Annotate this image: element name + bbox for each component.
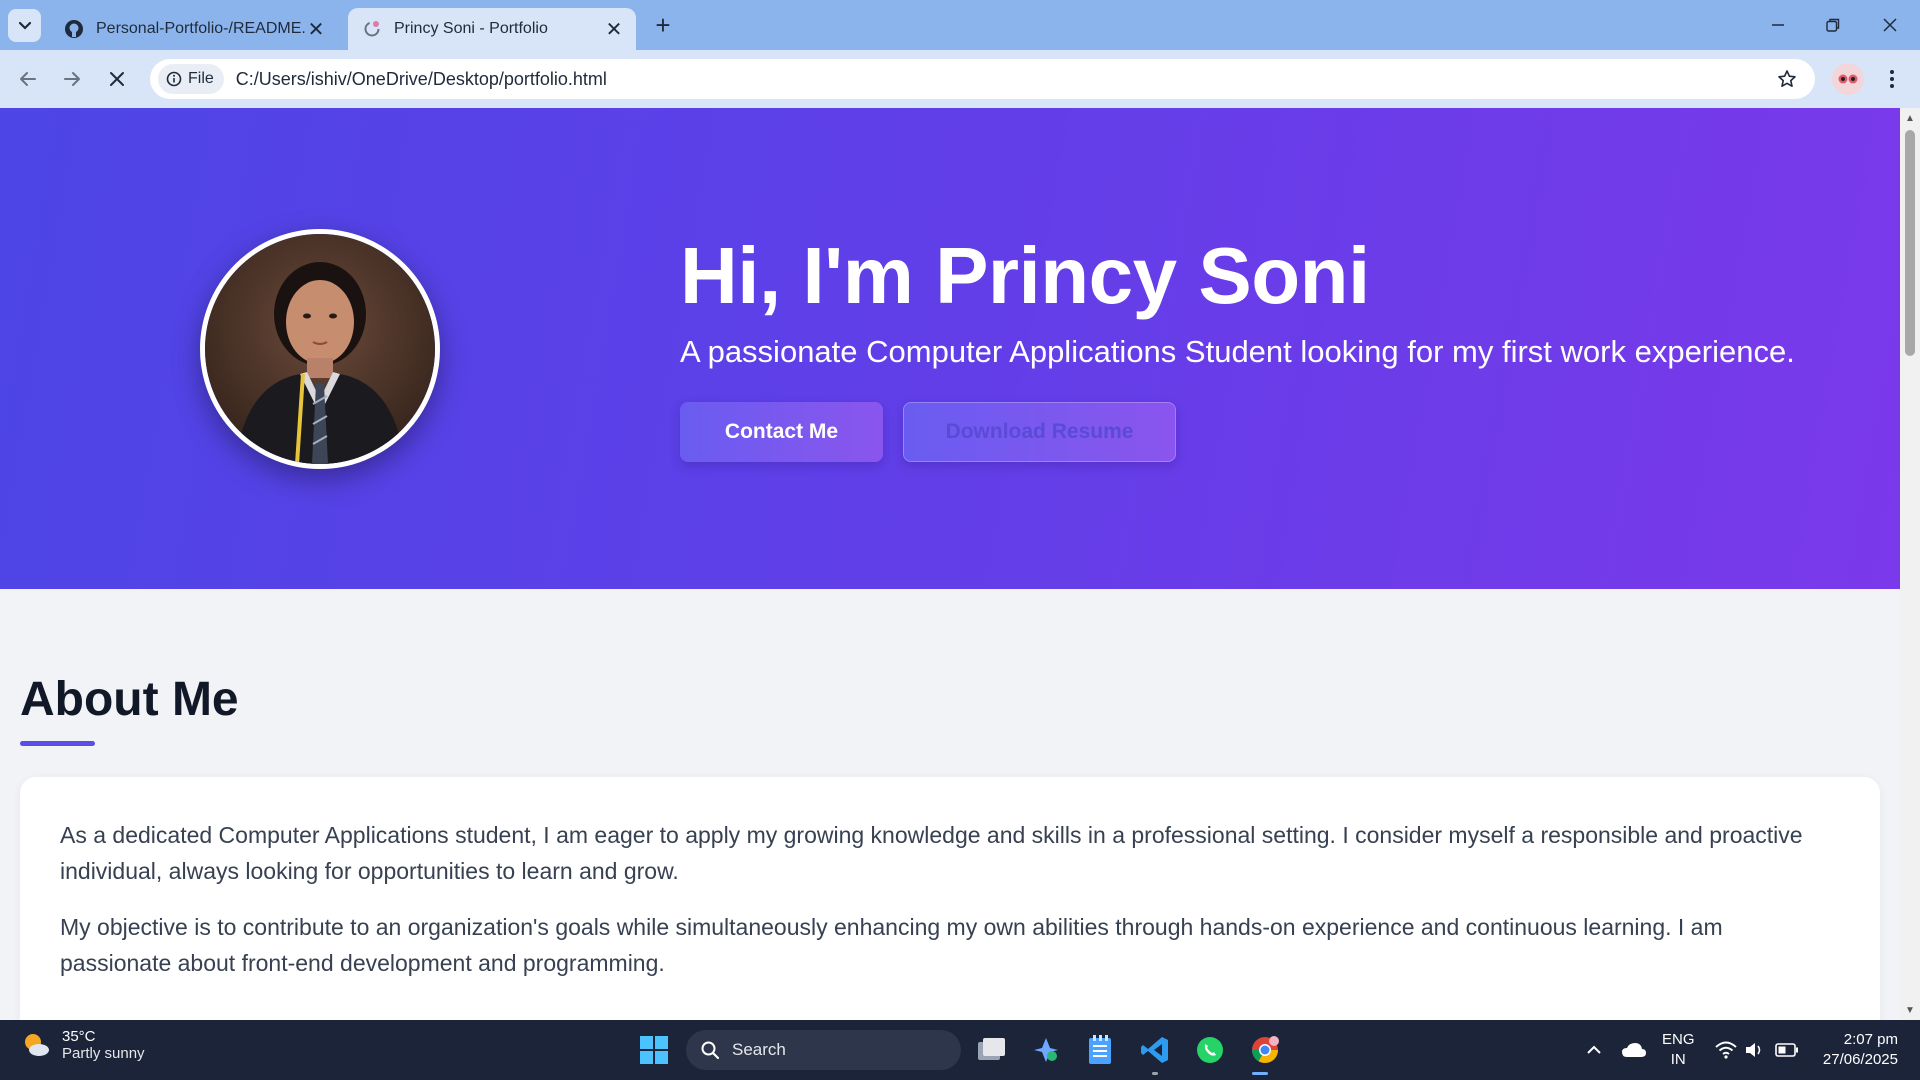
- clock-date: 27/06/2025: [1822, 1051, 1898, 1068]
- tab-title: Personal-Portfolio-/README.md: [96, 20, 306, 37]
- tab-title: Princy Soni - Portfolio: [394, 20, 548, 37]
- browser-tabstrip: Personal-Portfolio-/README.md ✕ Princy S…: [0, 0, 1920, 50]
- info-icon: [166, 71, 182, 87]
- browser-toolbar: File C:/Users/ishiv/OneDrive/Desktop/por…: [0, 50, 1920, 108]
- search-icon: [701, 1041, 720, 1060]
- onedrive-cloud-icon[interactable]: [1614, 1030, 1654, 1070]
- hero-title: Hi, I'm Princy Soni: [680, 231, 1370, 320]
- weather-temperature: 35°C: [62, 1028, 96, 1045]
- profile-avatar[interactable]: [1832, 63, 1864, 95]
- active-app-indicator: [1252, 1072, 1268, 1075]
- glasses-icon: [1838, 74, 1858, 84]
- vscode-icon[interactable]: [1135, 1030, 1175, 1070]
- page-viewport: Hi, I'm Princy Soni A passionate Compute…: [0, 108, 1920, 1020]
- chevron-down-icon: [18, 21, 31, 30]
- tab-readme[interactable]: Personal-Portfolio-/README.md ✕: [50, 8, 338, 50]
- bookmark-star-icon[interactable]: [1775, 67, 1799, 91]
- taskbar-search-box[interactable]: Search: [686, 1030, 961, 1070]
- clock[interactable]: 2:07 pm 27/06/2025: [1812, 1030, 1898, 1070]
- about-card: As a dedicated Computer Applications stu…: [20, 777, 1880, 1020]
- about-heading: About Me: [20, 673, 239, 726]
- contact-me-button[interactable]: Contact Me: [680, 402, 883, 462]
- clock-time: 2:07 pm: [1843, 1031, 1898, 1048]
- loading-globe-icon: [362, 19, 382, 39]
- tab-search-button[interactable]: [8, 9, 41, 42]
- windows-start-icon[interactable]: [634, 1030, 674, 1070]
- page-scrollbar[interactable]: ▲ ▼: [1900, 108, 1920, 1020]
- chevron-up-icon[interactable]: [1574, 1030, 1614, 1070]
- arrow-right-icon: [64, 72, 80, 86]
- battery-icon[interactable]: [1767, 1030, 1807, 1070]
- browser-menu-button[interactable]: [1876, 63, 1908, 95]
- language-region: IN: [1670, 1051, 1686, 1068]
- site-info-chip[interactable]: File: [158, 64, 224, 94]
- tab-portfolio[interactable]: Princy Soni - Portfolio ✕: [348, 8, 636, 50]
- arrow-left-icon: [20, 72, 36, 86]
- weather-widget[interactable]: 35°C Partly sunny: [20, 1028, 145, 1062]
- scroll-down-icon[interactable]: ▼: [1904, 1004, 1916, 1016]
- new-tab-button[interactable]: +: [650, 10, 676, 40]
- profile-photo: [200, 229, 440, 469]
- scroll-thumb[interactable]: [1905, 130, 1915, 356]
- windows-taskbar: 35°C Partly sunny Search ENG IN 2:07 pm …: [0, 1020, 1920, 1080]
- forward-button[interactable]: [56, 63, 88, 95]
- hero-subtitle: A passionate Computer Applications Stude…: [680, 334, 1795, 369]
- notepad-icon[interactable]: [1080, 1030, 1120, 1070]
- heading-underline: [20, 741, 95, 746]
- running-indicator: [1152, 1072, 1158, 1075]
- more-vertical-icon: [1890, 70, 1894, 88]
- chip-label: File: [188, 70, 214, 87]
- close-window-icon[interactable]: [1870, 10, 1910, 40]
- search-label: Search: [732, 1040, 786, 1059]
- about-paragraph: As a dedicated Computer Applications stu…: [60, 822, 1803, 884]
- copilot-icon[interactable]: [1026, 1030, 1066, 1070]
- scroll-up-icon[interactable]: ▲: [1904, 112, 1916, 124]
- whatsapp-icon[interactable]: [1190, 1030, 1230, 1070]
- hero-section: Hi, I'm Princy Soni A passionate Compute…: [0, 108, 1900, 589]
- weather-condition: Partly sunny: [62, 1045, 145, 1062]
- language-code: ENG: [1662, 1031, 1695, 1048]
- about-paragraph: My objective is to contribute to an orga…: [60, 914, 1723, 976]
- chrome-icon[interactable]: [1245, 1030, 1285, 1070]
- close-tab-icon[interactable]: ✕: [604, 19, 624, 41]
- back-button[interactable]: [12, 63, 44, 95]
- close-icon: [110, 72, 124, 86]
- stop-loading-button[interactable]: [101, 63, 133, 95]
- minimize-icon[interactable]: [1758, 10, 1798, 40]
- restore-icon[interactable]: [1813, 10, 1853, 40]
- partly-sunny-icon: [25, 1034, 49, 1056]
- download-resume-button[interactable]: Download Resume: [903, 402, 1176, 462]
- close-tab-icon[interactable]: ✕: [306, 19, 326, 41]
- task-view-icon[interactable]: [972, 1030, 1012, 1070]
- address-bar[interactable]: File C:/Users/ishiv/OneDrive/Desktop/por…: [150, 59, 1815, 99]
- screen: Personal-Portfolio-/README.md ✕ Princy S…: [0, 0, 1920, 1080]
- language-indicator[interactable]: ENG IN: [1662, 1030, 1695, 1070]
- url-text: C:/Users/ishiv/OneDrive/Desktop/portfoli…: [235, 68, 607, 89]
- github-icon: [64, 19, 84, 39]
